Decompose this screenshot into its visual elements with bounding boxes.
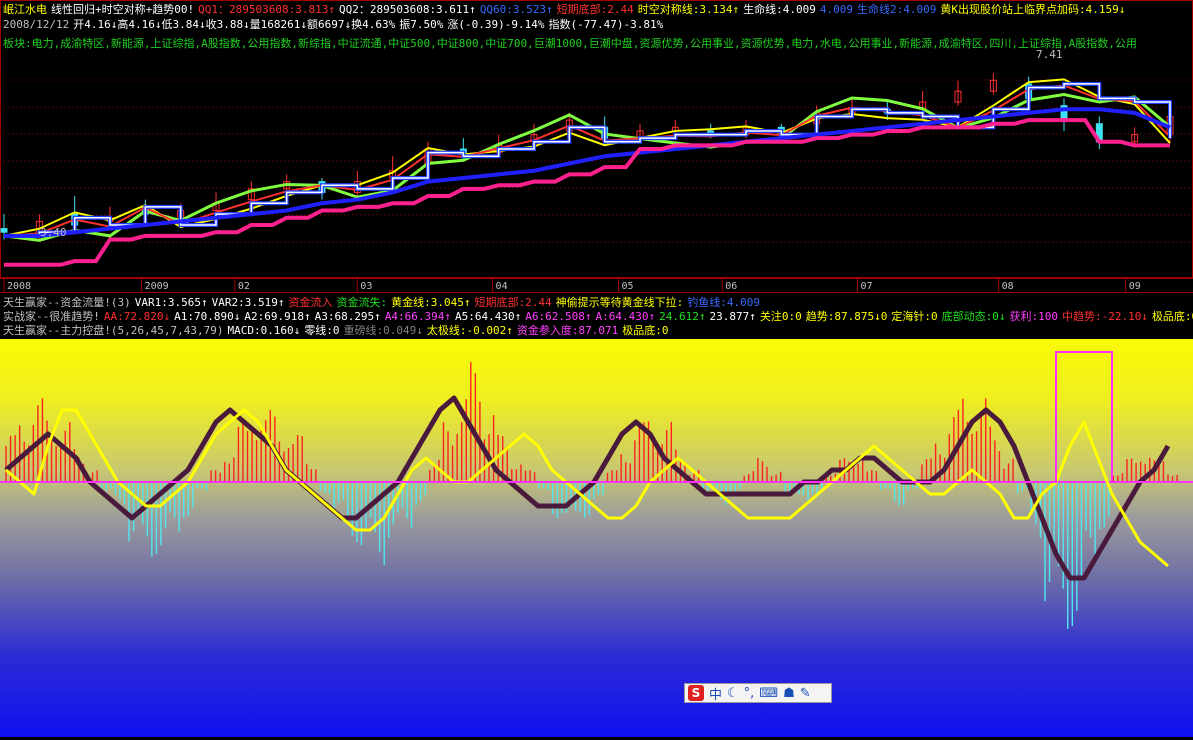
- trend-seg-11: 关注0:0: [759, 310, 802, 323]
- trend-seg-8: A:64.430↑: [595, 310, 656, 323]
- indicator-control-line: 天生赢家--主力控盘!(5,26,45,7,43,79) MACD:0.160↓ 零…: [3, 324, 673, 337]
- punctuation-icon[interactable]: °,: [744, 686, 755, 701]
- quote-line: 2008/12/12 开4.16↓高4.16↓低3.84↓收3.88↓量16826…: [3, 18, 667, 31]
- quote-seg-2: 振7.50%: [399, 18, 444, 31]
- control-seg-6: 极品底:0: [622, 324, 669, 337]
- trend-seg-12: 趋势:87.875↓0: [805, 310, 888, 323]
- trend-seg-5: A4:66.394↑: [384, 310, 452, 323]
- trend-seg-7: A6:62.508↑: [525, 310, 592, 323]
- control-seg-0: 天生赢家--主力控盘!(5,26,45,7,43,79): [3, 324, 224, 337]
- title-seg-3: QQ2：289503608:3.611↑: [338, 3, 476, 16]
- candle: [1095, 116, 1103, 150]
- user-icon[interactable]: ☗: [783, 686, 795, 701]
- funds-seg-6: 短期底部:2.44: [474, 296, 552, 309]
- candle: [954, 80, 962, 106]
- title-seg-5: 短期底部:2.44: [556, 3, 634, 16]
- quote-seg-1: 开4.16↓高4.16↓低3.84↓收3.88↓量168261↓额6697↓换4…: [73, 18, 396, 31]
- title-seg-2: QQ1：289503608:3.813↑: [198, 3, 335, 16]
- trend-seg-16: 中趋势:-22.10↓: [1061, 310, 1148, 323]
- trend-seg-4: A3:68.295↑: [314, 310, 381, 323]
- date-label-8: 08: [1002, 281, 1014, 292]
- candle: [989, 73, 997, 95]
- trend-seg-6: A5:64.430↑: [455, 310, 522, 323]
- trend-seg-14: 底部动态:0↓: [941, 310, 1006, 323]
- candle: [1131, 127, 1139, 146]
- chinese-mode-icon[interactable]: 中: [709, 684, 722, 703]
- title-seg-9: 生命线2:4.009: [857, 3, 937, 16]
- date-label-0: 2008: [7, 281, 31, 292]
- date-label-7: 07: [861, 281, 873, 292]
- funds-seg-7: 神偷提示等待黄金线下拉:: [555, 296, 684, 309]
- trend-seg-2: A1:70.890↓: [174, 310, 241, 323]
- date-axis: 2008 2009 02 03 04 05 06 07 08 09: [0, 278, 1193, 293]
- trend-seg-3: A2:69.918↑: [244, 310, 311, 323]
- date-label-3: 03: [360, 281, 372, 292]
- settings-wrench-icon[interactable]: ✎: [800, 686, 811, 701]
- trend-seg-1: AA:72.820↓: [103, 310, 171, 323]
- title-seg-7: 生命线:4.009: [743, 3, 816, 16]
- control-seg-1: MACD:0.160↓: [227, 324, 301, 337]
- quote-seg-3: 涨(-0.39)-9.14%: [447, 18, 545, 31]
- title-seg-6: 时空对称线:3.134↑: [637, 3, 740, 16]
- indicator-trend-line: 实战家--很准趋势! AA:72.820↓ A1:70.890↓ A2:69.918↑…: [3, 310, 1193, 323]
- quote-seg-0: 2008/12/12: [3, 18, 70, 31]
- control-seg-2: 零线:0: [304, 324, 340, 337]
- quote-seg-4: 指数(-77.47)-3.81%: [548, 18, 664, 31]
- sogou-icon[interactable]: S: [688, 685, 704, 701]
- date-label-9: 09: [1129, 281, 1141, 292]
- title-seg-4: QQ60:3.523↑: [479, 3, 553, 16]
- trend-seg-9: 24.612↑: [659, 310, 706, 323]
- moon-icon[interactable]: ☾: [727, 686, 739, 701]
- ime-toolbar[interactable]: S 中 ☾ °, ⌨ ☗ ✎: [684, 683, 832, 703]
- date-label-6: 06: [725, 281, 737, 292]
- price-high-label: 7.41: [1036, 48, 1063, 61]
- indicator-chart[interactable]: [0, 339, 1193, 737]
- date-label-4: 04: [496, 281, 508, 292]
- trend-seg-0: 实战家--很准趋势!: [3, 310, 100, 323]
- funds-seg-5: 黄金线:3.045↑: [391, 296, 471, 309]
- trend-seg-10: 23.877↑: [709, 310, 756, 323]
- control-seg-5: 资金参入度:87.071: [516, 324, 619, 337]
- funds-seg-3: 资金流入: [288, 296, 333, 309]
- trend-seg-17: 极品底:0↓: [1151, 310, 1193, 323]
- candle: [1060, 98, 1068, 131]
- date-label-5: 05: [621, 281, 633, 292]
- price-low-label: 3.40: [40, 226, 67, 239]
- control-seg-4: 太极线:-0.002↑: [426, 324, 513, 337]
- title-seg-10: 黄K出现股价站上临界点加码:4.159↓: [940, 3, 1126, 16]
- short-term-bottom-line: [4, 118, 1170, 267]
- control-seg-3: 重磅线:0.049↓: [343, 324, 423, 337]
- funds-seg-8: 钓鱼线:4.009: [687, 296, 760, 309]
- funds-seg-2: VAR2:3.519↑: [211, 296, 285, 309]
- date-label-1: 2009: [145, 281, 169, 292]
- indicator-panel[interactable]: [0, 339, 1193, 737]
- funds-seg-1: VAR1:3.565↑: [134, 296, 208, 309]
- stock-title-line: 岷江水电 线性回归+时空对称+趋势00! QQ1：289503608:3.813↑ Q…: [3, 3, 1129, 16]
- trend-seg-15: 获利:100: [1009, 310, 1058, 323]
- title-seg-8: 4.009: [819, 3, 854, 16]
- sector-line: 板块:电力,成渝特区,新能源,上证综指,A股指数,公用指数,新综指,中证流通,中…: [3, 37, 1137, 50]
- trend-seg-13: 定海针:0: [891, 310, 938, 323]
- funds-seg-0: 天生赢家--资金流量!(3): [3, 296, 131, 309]
- title-seg-1: 线性回归+时空对称+趋势00!: [51, 3, 195, 16]
- keyboard-icon[interactable]: ⌨: [759, 686, 778, 701]
- title-seg-0: 岷江水电: [3, 3, 47, 16]
- indicator-funds-line: 天生赢家--资金流量!(3) VAR1:3.565↑ VAR2:3.519↑ 资金流入…: [3, 296, 764, 309]
- funds-seg-4: 资金流失:: [336, 296, 388, 309]
- date-label-2: 02: [238, 281, 250, 292]
